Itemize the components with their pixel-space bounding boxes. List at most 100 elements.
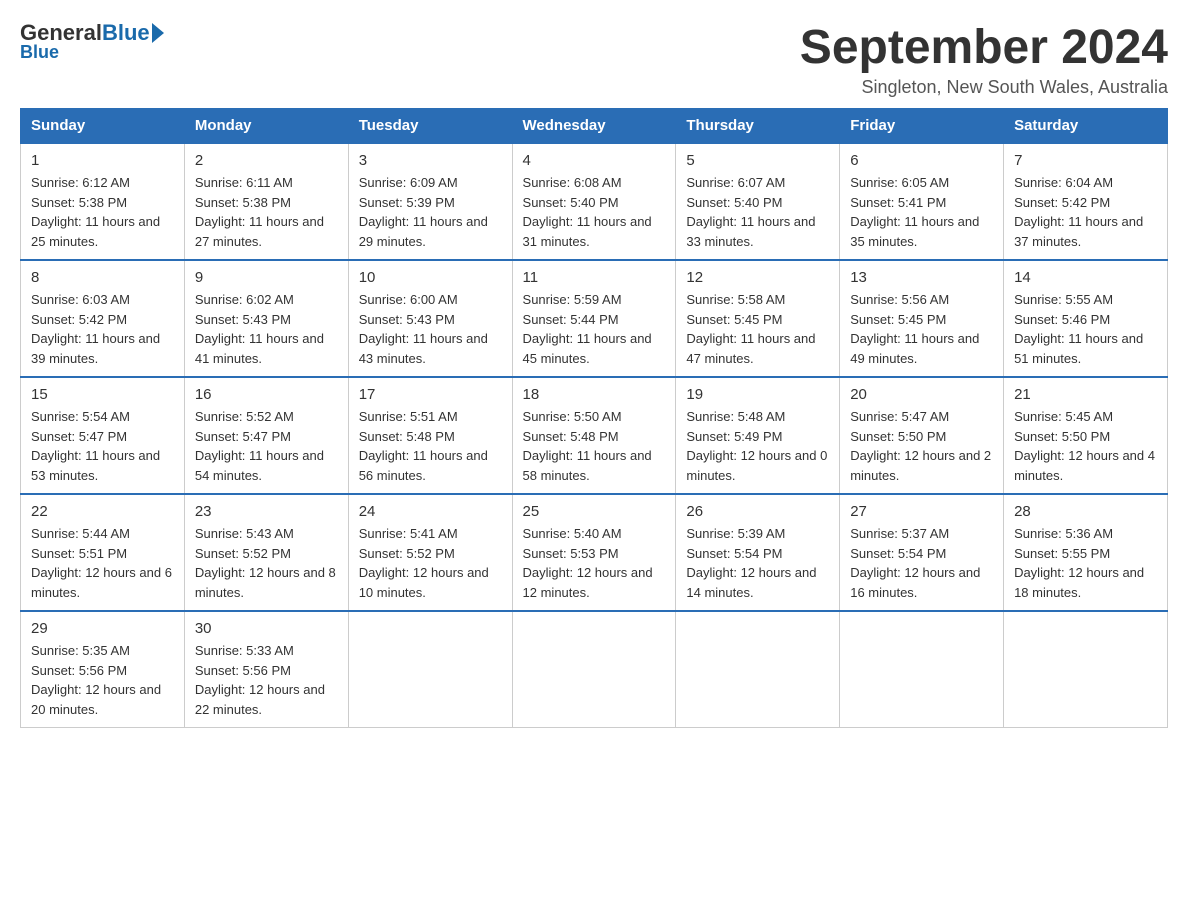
day-number: 26 xyxy=(686,503,829,520)
week-row-2: 8 Sunrise: 6:03 AM Sunset: 5:42 PM Dayli… xyxy=(21,260,1168,377)
day-number: 3 xyxy=(359,152,502,169)
day-info: Sunrise: 5:40 AM Sunset: 5:53 PM Dayligh… xyxy=(523,524,666,602)
calendar-cell: 2 Sunrise: 6:11 AM Sunset: 5:38 PM Dayli… xyxy=(184,143,348,260)
day-info: Sunrise: 5:47 AM Sunset: 5:50 PM Dayligh… xyxy=(850,407,993,485)
day-info: Sunrise: 5:55 AM Sunset: 5:46 PM Dayligh… xyxy=(1014,290,1157,368)
day-number: 24 xyxy=(359,503,502,520)
day-number: 15 xyxy=(31,386,174,403)
calendar-cell: 6 Sunrise: 6:05 AM Sunset: 5:41 PM Dayli… xyxy=(840,143,1004,260)
calendar-cell xyxy=(840,611,1004,728)
logo-subtitle: Blue xyxy=(20,42,59,63)
day-number: 23 xyxy=(195,503,338,520)
calendar-cell: 25 Sunrise: 5:40 AM Sunset: 5:53 PM Dayl… xyxy=(512,494,676,611)
day-info: Sunrise: 5:54 AM Sunset: 5:47 PM Dayligh… xyxy=(31,407,174,485)
day-info: Sunrise: 5:59 AM Sunset: 5:44 PM Dayligh… xyxy=(523,290,666,368)
day-number: 11 xyxy=(523,269,666,286)
calendar-cell: 5 Sunrise: 6:07 AM Sunset: 5:40 PM Dayli… xyxy=(676,143,840,260)
day-number: 17 xyxy=(359,386,502,403)
calendar-cell: 9 Sunrise: 6:02 AM Sunset: 5:43 PM Dayli… xyxy=(184,260,348,377)
day-info: Sunrise: 5:39 AM Sunset: 5:54 PM Dayligh… xyxy=(686,524,829,602)
column-header-wednesday: Wednesday xyxy=(512,109,676,144)
day-number: 18 xyxy=(523,386,666,403)
day-number: 19 xyxy=(686,386,829,403)
calendar-table: SundayMondayTuesdayWednesdayThursdayFrid… xyxy=(20,108,1168,728)
calendar-cell: 17 Sunrise: 5:51 AM Sunset: 5:48 PM Dayl… xyxy=(348,377,512,494)
calendar-cell: 19 Sunrise: 5:48 AM Sunset: 5:49 PM Dayl… xyxy=(676,377,840,494)
day-info: Sunrise: 5:44 AM Sunset: 5:51 PM Dayligh… xyxy=(31,524,174,602)
title-block: September 2024 Singleton, New South Wale… xyxy=(800,20,1168,98)
calendar-cell: 28 Sunrise: 5:36 AM Sunset: 5:55 PM Dayl… xyxy=(1004,494,1168,611)
column-header-friday: Friday xyxy=(840,109,1004,144)
column-header-tuesday: Tuesday xyxy=(348,109,512,144)
calendar-cell: 3 Sunrise: 6:09 AM Sunset: 5:39 PM Dayli… xyxy=(348,143,512,260)
calendar-cell: 20 Sunrise: 5:47 AM Sunset: 5:50 PM Dayl… xyxy=(840,377,1004,494)
day-info: Sunrise: 6:03 AM Sunset: 5:42 PM Dayligh… xyxy=(31,290,174,368)
day-number: 6 xyxy=(850,152,993,169)
day-info: Sunrise: 5:36 AM Sunset: 5:55 PM Dayligh… xyxy=(1014,524,1157,602)
calendar-cell: 13 Sunrise: 5:56 AM Sunset: 5:45 PM Dayl… xyxy=(840,260,1004,377)
day-number: 8 xyxy=(31,269,174,286)
day-info: Sunrise: 6:05 AM Sunset: 5:41 PM Dayligh… xyxy=(850,173,993,251)
week-row-4: 22 Sunrise: 5:44 AM Sunset: 5:51 PM Dayl… xyxy=(21,494,1168,611)
logo-arrow-icon xyxy=(152,23,164,43)
day-number: 29 xyxy=(31,620,174,637)
calendar-cell: 8 Sunrise: 6:03 AM Sunset: 5:42 PM Dayli… xyxy=(21,260,185,377)
day-number: 1 xyxy=(31,152,174,169)
day-info: Sunrise: 6:08 AM Sunset: 5:40 PM Dayligh… xyxy=(523,173,666,251)
calendar-cell xyxy=(512,611,676,728)
page-header: GeneralBlue Blue September 2024 Singleto… xyxy=(20,20,1168,98)
day-number: 21 xyxy=(1014,386,1157,403)
day-number: 28 xyxy=(1014,503,1157,520)
day-info: Sunrise: 6:00 AM Sunset: 5:43 PM Dayligh… xyxy=(359,290,502,368)
day-number: 13 xyxy=(850,269,993,286)
day-info: Sunrise: 5:43 AM Sunset: 5:52 PM Dayligh… xyxy=(195,524,338,602)
calendar-cell: 1 Sunrise: 6:12 AM Sunset: 5:38 PM Dayli… xyxy=(21,143,185,260)
calendar-cell: 10 Sunrise: 6:00 AM Sunset: 5:43 PM Dayl… xyxy=(348,260,512,377)
day-info: Sunrise: 5:48 AM Sunset: 5:49 PM Dayligh… xyxy=(686,407,829,485)
day-number: 10 xyxy=(359,269,502,286)
calendar-cell: 14 Sunrise: 5:55 AM Sunset: 5:46 PM Dayl… xyxy=(1004,260,1168,377)
day-number: 4 xyxy=(523,152,666,169)
calendar-cell: 15 Sunrise: 5:54 AM Sunset: 5:47 PM Dayl… xyxy=(21,377,185,494)
day-number: 20 xyxy=(850,386,993,403)
day-info: Sunrise: 6:09 AM Sunset: 5:39 PM Dayligh… xyxy=(359,173,502,251)
day-number: 22 xyxy=(31,503,174,520)
column-header-sunday: Sunday xyxy=(21,109,185,144)
calendar-cell: 23 Sunrise: 5:43 AM Sunset: 5:52 PM Dayl… xyxy=(184,494,348,611)
column-header-thursday: Thursday xyxy=(676,109,840,144)
day-number: 5 xyxy=(686,152,829,169)
day-info: Sunrise: 5:45 AM Sunset: 5:50 PM Dayligh… xyxy=(1014,407,1157,485)
day-info: Sunrise: 5:35 AM Sunset: 5:56 PM Dayligh… xyxy=(31,641,174,719)
day-info: Sunrise: 5:51 AM Sunset: 5:48 PM Dayligh… xyxy=(359,407,502,485)
calendar-cell: 12 Sunrise: 5:58 AM Sunset: 5:45 PM Dayl… xyxy=(676,260,840,377)
day-number: 2 xyxy=(195,152,338,169)
day-number: 14 xyxy=(1014,269,1157,286)
column-header-saturday: Saturday xyxy=(1004,109,1168,144)
day-info: Sunrise: 6:12 AM Sunset: 5:38 PM Dayligh… xyxy=(31,173,174,251)
day-number: 7 xyxy=(1014,152,1157,169)
calendar-cell: 26 Sunrise: 5:39 AM Sunset: 5:54 PM Dayl… xyxy=(676,494,840,611)
day-number: 27 xyxy=(850,503,993,520)
day-info: Sunrise: 6:11 AM Sunset: 5:38 PM Dayligh… xyxy=(195,173,338,251)
day-info: Sunrise: 5:52 AM Sunset: 5:47 PM Dayligh… xyxy=(195,407,338,485)
day-info: Sunrise: 6:04 AM Sunset: 5:42 PM Dayligh… xyxy=(1014,173,1157,251)
week-row-1: 1 Sunrise: 6:12 AM Sunset: 5:38 PM Dayli… xyxy=(21,143,1168,260)
day-number: 16 xyxy=(195,386,338,403)
location: Singleton, New South Wales, Australia xyxy=(800,77,1168,98)
day-number: 9 xyxy=(195,269,338,286)
calendar-cell: 24 Sunrise: 5:41 AM Sunset: 5:52 PM Dayl… xyxy=(348,494,512,611)
calendar-cell xyxy=(1004,611,1168,728)
logo-blue-text: Blue xyxy=(102,20,150,46)
calendar-cell xyxy=(676,611,840,728)
week-row-3: 15 Sunrise: 5:54 AM Sunset: 5:47 PM Dayl… xyxy=(21,377,1168,494)
calendar-cell: 22 Sunrise: 5:44 AM Sunset: 5:51 PM Dayl… xyxy=(21,494,185,611)
calendar-cell: 21 Sunrise: 5:45 AM Sunset: 5:50 PM Dayl… xyxy=(1004,377,1168,494)
calendar-cell: 29 Sunrise: 5:35 AM Sunset: 5:56 PM Dayl… xyxy=(21,611,185,728)
calendar-cell: 18 Sunrise: 5:50 AM Sunset: 5:48 PM Dayl… xyxy=(512,377,676,494)
day-number: 25 xyxy=(523,503,666,520)
day-info: Sunrise: 6:02 AM Sunset: 5:43 PM Dayligh… xyxy=(195,290,338,368)
day-number: 12 xyxy=(686,269,829,286)
week-row-5: 29 Sunrise: 5:35 AM Sunset: 5:56 PM Dayl… xyxy=(21,611,1168,728)
day-info: Sunrise: 5:33 AM Sunset: 5:56 PM Dayligh… xyxy=(195,641,338,719)
calendar-cell: 30 Sunrise: 5:33 AM Sunset: 5:56 PM Dayl… xyxy=(184,611,348,728)
